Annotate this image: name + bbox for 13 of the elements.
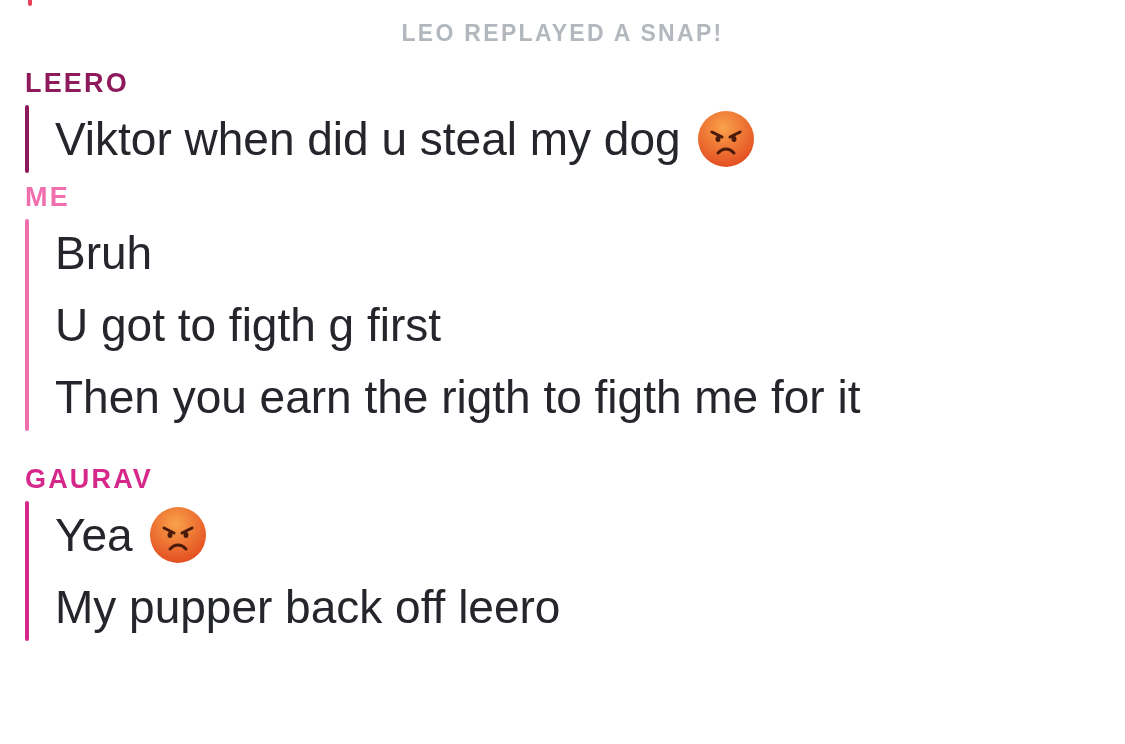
angry-face-icon (696, 109, 755, 168)
message-text: Yea (55, 507, 133, 562)
message-text: Bruh (55, 225, 153, 280)
sender-name: ME (25, 180, 71, 214)
replay-notice: LEO REPLAYED A SNAP! (401, 19, 724, 48)
angry-face-icon (148, 505, 207, 564)
message-text: Viktor when did u steal my dog (55, 111, 681, 166)
message-bar (25, 104, 29, 173)
message-text: My pupper back off leero (55, 579, 561, 634)
message-text: Then you earn the rigth to figth me for it (55, 369, 861, 424)
message-text: U got to figth g first (55, 297, 442, 352)
sender-name: LEERO (25, 66, 130, 100)
sender-name: GAURAV (25, 462, 154, 496)
